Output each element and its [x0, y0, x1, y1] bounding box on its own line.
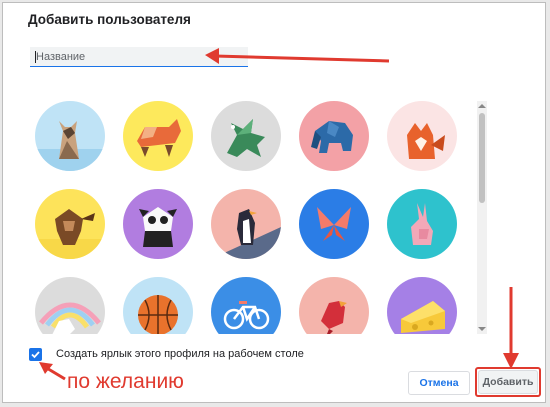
arrow-to-add-button-icon — [503, 287, 519, 369]
add-user-dialog: Добавить пользователя Название Создать я… — [2, 2, 546, 403]
panda-icon[interactable] — [123, 189, 193, 259]
text-caret — [35, 51, 36, 63]
scroll-thumb[interactable] — [479, 113, 485, 203]
cancel-button[interactable]: Отмена — [408, 371, 470, 395]
avatar-grid — [27, 101, 479, 334]
unicorn-icon[interactable] — [35, 277, 105, 334]
dialog-title: Добавить пользователя — [28, 12, 191, 27]
bicycle-icon[interactable] — [211, 277, 281, 334]
add-button[interactable]: Добавить — [478, 370, 538, 394]
avatar-scrollbar[interactable] — [477, 101, 487, 334]
bird-icon[interactable] — [299, 277, 369, 334]
basketball-icon[interactable] — [123, 277, 193, 334]
cheese-icon[interactable] — [387, 277, 457, 334]
arrow-to-name-icon — [205, 48, 390, 64]
rabbit-icon[interactable] — [387, 189, 457, 259]
dragon-icon[interactable] — [211, 101, 281, 171]
shortcut-checkbox-label: Создать ярлык этого профиля на рабочем с… — [56, 348, 304, 360]
cat-icon[interactable] — [35, 101, 105, 171]
arrow-to-checkbox-icon — [39, 362, 66, 381]
scroll-down-icon[interactable] — [478, 327, 486, 331]
butterfly-icon[interactable] — [299, 189, 369, 259]
monkey-icon[interactable] — [35, 189, 105, 259]
elephant-icon[interactable] — [299, 101, 369, 171]
scroll-up-icon[interactable] — [478, 104, 486, 108]
fox-icon[interactable] — [387, 101, 457, 171]
corgi-icon[interactable] — [123, 101, 193, 171]
annotation-optional: по желанию — [67, 370, 184, 393]
penguin-icon[interactable] — [211, 189, 281, 259]
